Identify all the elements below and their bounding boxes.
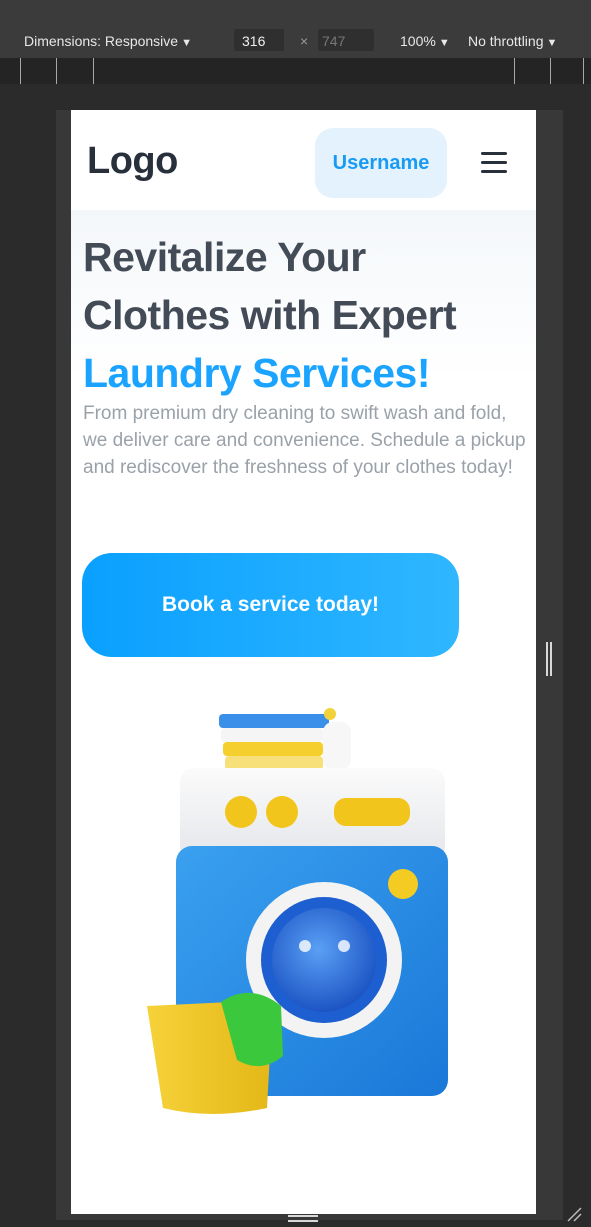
zoom-label: 100% — [400, 33, 436, 49]
ruler-marker — [514, 58, 515, 84]
throttling-dropdown[interactable]: No throttling ▼ — [468, 33, 557, 49]
resize-handle-corner[interactable] — [566, 1206, 582, 1222]
hero-description: From premium dry cleaning to swift wash … — [83, 403, 526, 478]
hero-title-line-1: Revitalize Your — [83, 234, 366, 280]
chevron-down-icon: ▼ — [181, 37, 192, 49]
dimensions-dropdown[interactable]: Dimensions: Responsive ▼ — [24, 33, 192, 49]
resize-handle-right[interactable] — [546, 642, 552, 676]
resize-handle-bottom[interactable] — [288, 1215, 318, 1223]
chevron-down-icon: ▼ — [546, 37, 558, 49]
devtools-toolbar: Dimensions: Responsive ▼ 316 × 747 100% ▼ … — [0, 0, 591, 58]
site-logo[interactable]: Logo — [87, 140, 178, 183]
times-separator: × — [300, 33, 309, 49]
page-viewport: Logo Username Revitalize Your Clothes wi… — [71, 110, 536, 1214]
hero-title-accent: Laundry Services! — [83, 350, 431, 396]
washing-machine-illustration — [147, 708, 448, 1114]
username-button[interactable]: Username — [315, 128, 447, 198]
throttling-label: No throttling — [468, 33, 544, 49]
book-service-button[interactable]: Book a service today! — [82, 553, 459, 657]
width-input[interactable]: 316 — [234, 29, 284, 51]
ruler-marker — [583, 58, 584, 84]
height-input[interactable]: 747 — [318, 29, 374, 51]
media-query-ruler[interactable] — [0, 58, 591, 84]
height-value: 747 — [322, 33, 346, 49]
hero-title-line-2: Clothes with Expert — [83, 292, 457, 338]
ruler-marker — [93, 58, 94, 84]
chevron-down-icon: ▼ — [438, 37, 450, 49]
hamburger-menu-icon[interactable] — [479, 150, 509, 176]
ruler-marker — [550, 58, 551, 84]
zoom-dropdown[interactable]: 100% ▼ — [400, 33, 450, 49]
width-value: 316 — [242, 33, 266, 49]
ruler-marker — [20, 58, 21, 84]
hero-title: Revitalize Your Clothes with Expert Laun… — [83, 228, 528, 402]
ruler-marker — [56, 58, 57, 84]
dimensions-label: Dimensions: Responsive — [24, 33, 179, 49]
